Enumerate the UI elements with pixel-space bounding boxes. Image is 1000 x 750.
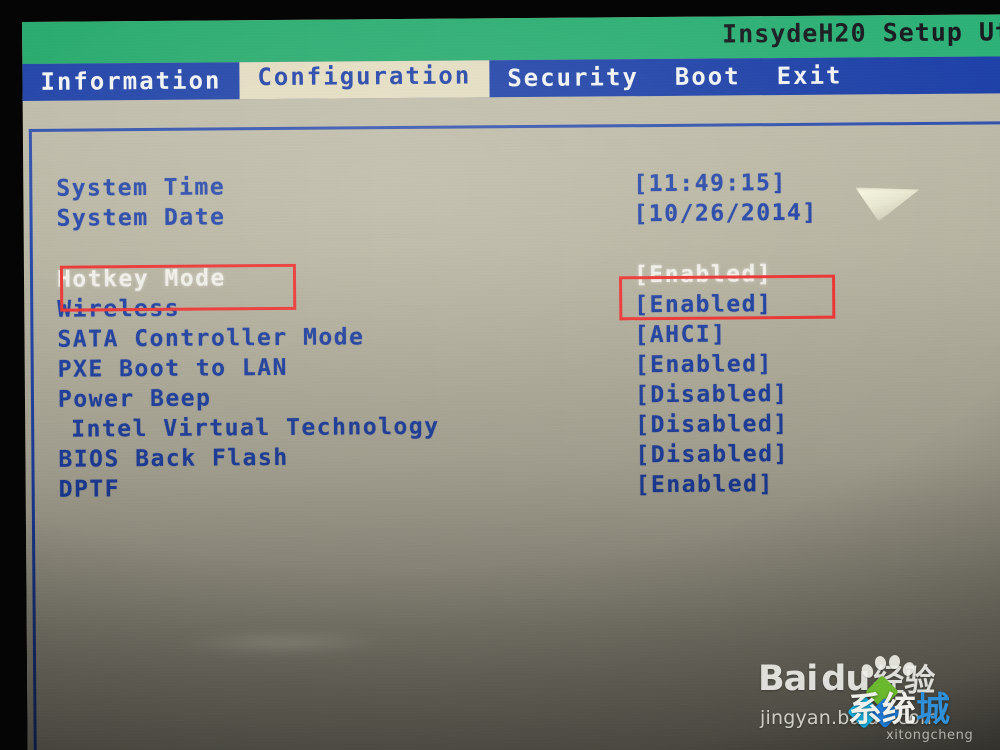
setting-label: SATA Controller Mode xyxy=(57,324,365,353)
setting-value[interactable]: [Enabled] xyxy=(634,261,772,288)
setting-label: Power Beep xyxy=(57,385,212,413)
settings-row-list: System Time [11:49:15] System Date [10/26/2… xyxy=(23,93,1000,750)
tab-exit[interactable]: Exit xyxy=(758,57,860,96)
photographed-screen: InsydeH20 Setup Ut Information Configura… xyxy=(0,0,1000,750)
setting-label: BIOS Back Flash xyxy=(58,444,289,473)
setting-label: Hotkey Mode xyxy=(56,265,226,293)
setting-label: System Date xyxy=(56,204,226,232)
setting-value[interactable]: [Enabled] xyxy=(635,351,773,378)
bios-screen: InsydeH20 Setup Ut Information Configura… xyxy=(22,14,1000,750)
setting-value[interactable]: [Disabled] xyxy=(635,381,789,408)
setting-value[interactable]: [11:49:15] xyxy=(633,170,787,197)
setting-value[interactable]: [Disabled] xyxy=(635,441,789,468)
setting-label: Intel Virtual Technology xyxy=(71,413,440,443)
settings-panel: System Time [11:49:15] System Date [10/26/2… xyxy=(22,93,1000,750)
setting-value[interactable]: [AHCI] xyxy=(634,321,726,348)
screen-glare-secondary xyxy=(176,629,387,657)
baidu-paw-icon xyxy=(859,654,918,681)
tab-configuration[interactable]: Configuration xyxy=(239,57,490,101)
xitongcheng-watermark: 系统城 xyxy=(848,693,950,727)
setting-value[interactable]: [Enabled] xyxy=(636,471,774,498)
setting-label: PXE Boot to LAN xyxy=(57,354,289,383)
xitongcheng-cn-2: 城 xyxy=(916,690,950,730)
xitongcheng-pinyin: xitongcheng xyxy=(886,728,974,743)
baidu-logo-text: Bai xyxy=(758,659,818,699)
setting-label: DPTF xyxy=(58,476,121,503)
setting-value[interactable]: [Enabled] xyxy=(634,291,772,318)
xitongcheng-cn-1: 系统 xyxy=(848,690,916,730)
setting-value[interactable]: [Disabled] xyxy=(635,411,789,438)
tab-security[interactable]: Security xyxy=(489,59,657,98)
tab-information[interactable]: Information xyxy=(22,62,239,101)
tab-boot[interactable]: Boot xyxy=(657,58,759,97)
page-title: InsydeH20 Setup Ut xyxy=(722,17,1000,49)
setting-value[interactable]: [10/26/2014] xyxy=(633,200,817,227)
setting-label: System Time xyxy=(56,174,226,202)
setting-label: Wireless xyxy=(57,295,181,323)
